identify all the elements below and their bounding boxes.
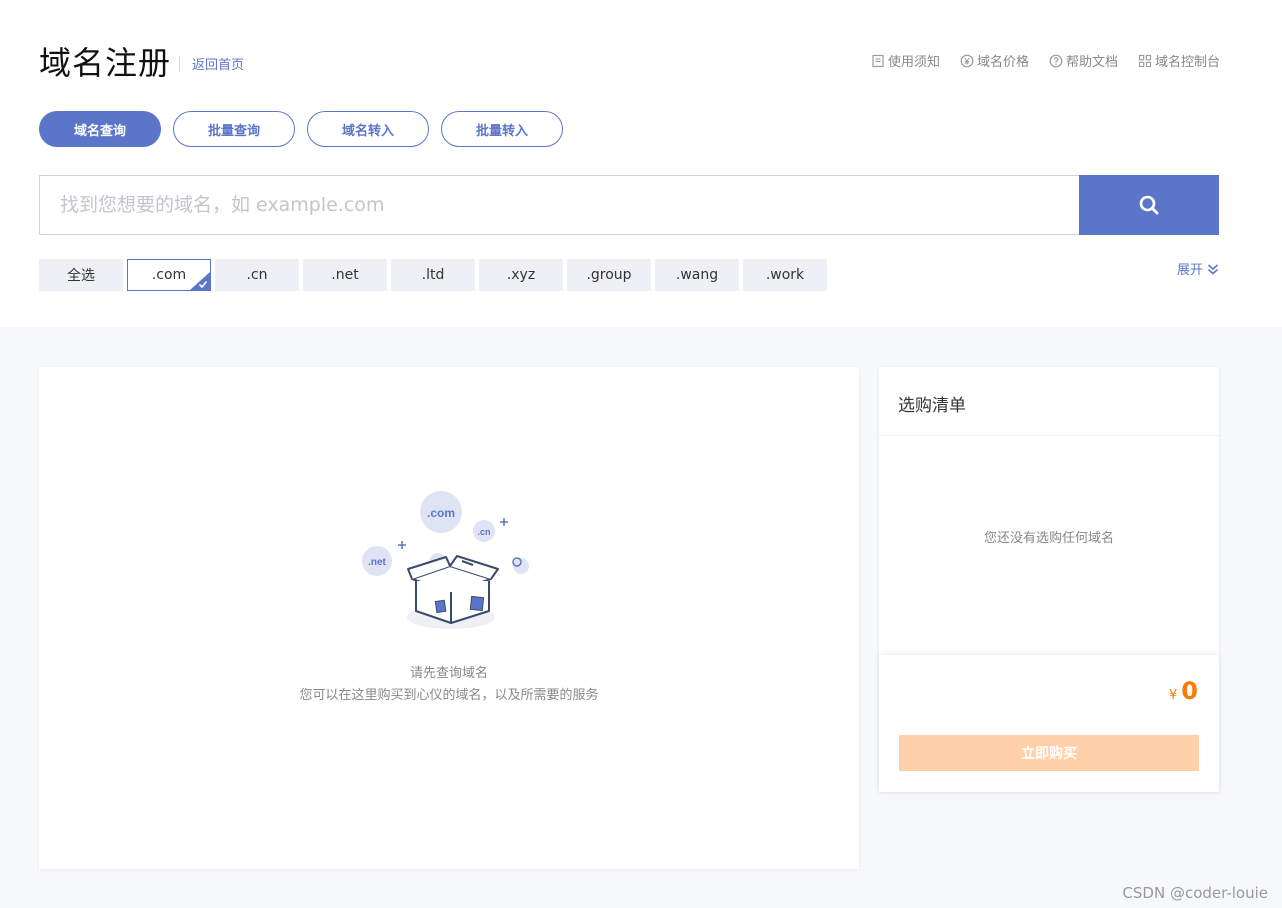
results-panel: .com .cn .net 请先查询域名 您可以在这里购买到心仪的域名，以及所需… <box>39 367 859 869</box>
cart-total: ¥ 0 <box>1169 677 1198 705</box>
shopping-list-panel: 选购清单 您还没有选购任何域名 ¥ 0 立即购买 <box>879 367 1219 792</box>
currency-symbol: ¥ <box>1169 688 1178 703</box>
bubble-net-text: .net <box>368 557 386 568</box>
bubble-com-text: .com <box>427 506 455 520</box>
suffix-com[interactable]: .com <box>127 259 211 291</box>
usage-notice-label: 使用须知 <box>887 55 940 70</box>
bubble-cn-text: .cn <box>477 527 490 537</box>
cart-footer: ¥ 0 立即购买 <box>879 655 1219 792</box>
total-amount: 0 <box>1181 677 1198 705</box>
suffix-net[interactable]: .net <box>303 259 387 291</box>
tab-batch-transfer[interactable]: 批量转入 <box>441 111 563 147</box>
empty-title: 请先查询域名 <box>409 666 488 681</box>
suffix-work[interactable]: .work <box>743 259 827 291</box>
check-icon <box>198 280 208 289</box>
suffix-xyz[interactable]: .xyz <box>479 259 563 291</box>
watermark: CSDN @coder-louie <box>1122 884 1268 902</box>
help-icon <box>1049 54 1063 67</box>
cart-empty-text: 您还没有选购任何域名 <box>983 531 1114 546</box>
title-divider <box>179 56 180 72</box>
suffix-ltd[interactable]: .ltd <box>391 259 475 291</box>
suffix-cn[interactable]: .cn <box>215 259 299 291</box>
cart-title: 选购清单 <box>898 396 966 416</box>
usage-notice-link[interactable]: 使用须知 <box>871 51 940 70</box>
page-title: 域名注册 <box>39 44 172 82</box>
tab-batch-query[interactable]: 批量查询 <box>173 111 295 147</box>
suffix-group[interactable]: .group <box>567 259 651 291</box>
buy-now-button[interactable]: 立即购买 <box>899 735 1199 771</box>
help-docs-label: 帮助文档 <box>1065 55 1118 70</box>
search-icon <box>1139 195 1159 215</box>
expand-toggle[interactable]: 展开 <box>1177 259 1219 278</box>
search-button[interactable] <box>1079 175 1219 235</box>
yen-icon <box>960 54 974 67</box>
suffix-wang[interactable]: .wang <box>655 259 739 291</box>
top-links: 使用须知 域名价格 帮助文档 域名控制台 <box>871 51 1220 70</box>
cart-divider <box>879 435 1219 436</box>
suffix-select-all[interactable]: 全选 <box>39 259 123 291</box>
domain-price-link[interactable]: 域名价格 <box>960 51 1029 70</box>
domain-price-label: 域名价格 <box>976 55 1029 70</box>
tab-domain-transfer[interactable]: 域名转入 <box>307 111 429 147</box>
query-tabs: 域名查询 批量查询 域名转入 批量转入 <box>39 111 563 147</box>
top-section: 域名注册 返回首页 使用须知 域名价格 帮助文档 域名控制台 域名查询 批量查询… <box>0 0 1282 327</box>
double-chevron-down-icon <box>1207 263 1219 275</box>
expand-label: 展开 <box>1176 263 1203 278</box>
domain-search-input[interactable] <box>40 176 1080 234</box>
back-home-link[interactable]: 返回首页 <box>192 54 244 73</box>
suffix-com-label: .com <box>151 267 187 283</box>
domain-console-label: 域名控制台 <box>1154 55 1220 70</box>
grid-icon <box>1138 54 1152 67</box>
suffix-filter: 全选 .com .cn .net .ltd .xyz .group .wang … <box>39 259 827 291</box>
empty-description: 您可以在这里购买到心仪的域名，以及所需要的服务 <box>299 688 599 703</box>
search-box <box>39 175 1080 235</box>
help-docs-link[interactable]: 帮助文档 <box>1049 51 1118 70</box>
tab-domain-query[interactable]: 域名查询 <box>39 111 161 147</box>
document-icon <box>872 54 884 67</box>
empty-box-illustration: .com .cn .net <box>362 491 529 629</box>
domain-console-link[interactable]: 域名控制台 <box>1138 51 1220 70</box>
